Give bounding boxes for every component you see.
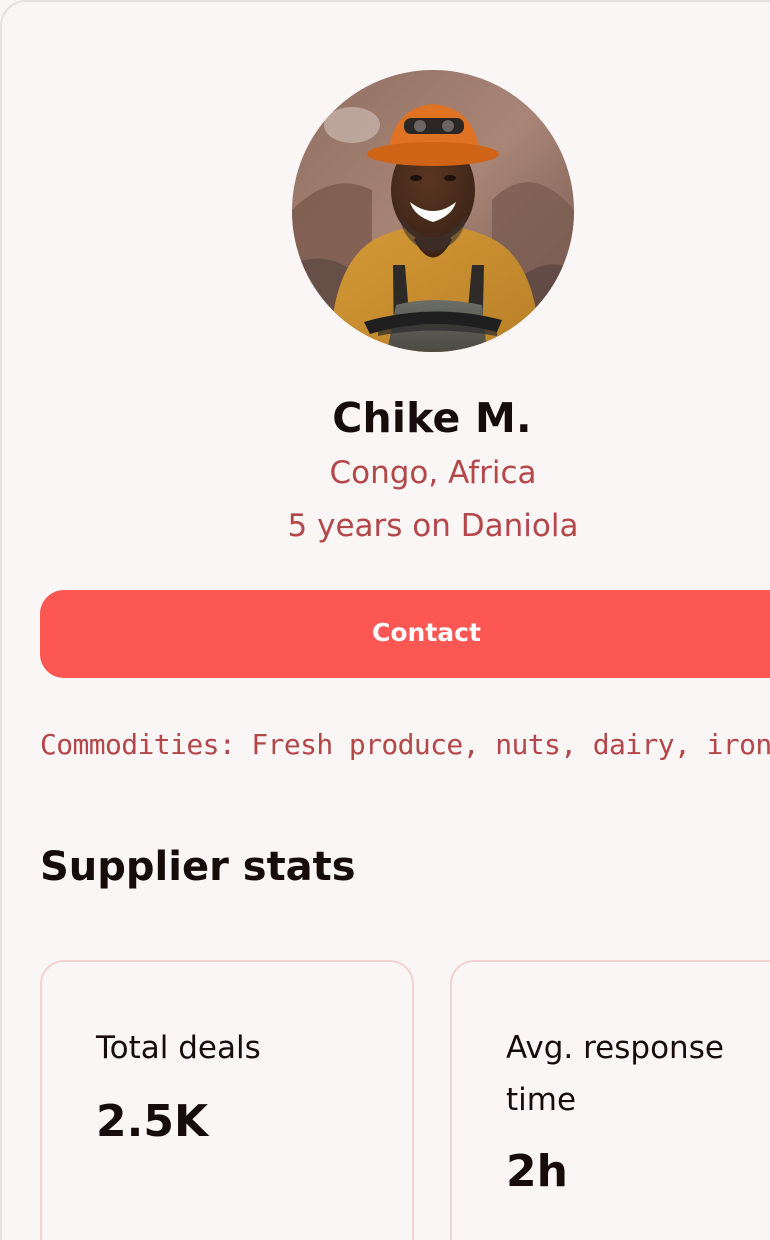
avatar bbox=[292, 70, 574, 352]
profile-card: Chike M. Congo, Africa 5 years on Daniol… bbox=[0, 0, 770, 1240]
stat-label: Avg. response time bbox=[506, 1030, 724, 1118]
supplier-tenure: 5 years on Daniola bbox=[287, 508, 579, 544]
avatar-image bbox=[292, 70, 574, 352]
supplier-location: Congo, Africa bbox=[329, 455, 537, 491]
commodities-text: Commodities: Fresh produce, nuts, dairy,… bbox=[40, 728, 770, 761]
stat-value: 2h bbox=[506, 1146, 568, 1197]
supplier-stats-title: Supplier stats bbox=[40, 844, 356, 890]
contact-button[interactable]: Contact bbox=[40, 590, 770, 678]
stat-card-avg-response-time: Avg. response time 2h bbox=[450, 960, 770, 1240]
supplier-profile-screen: Chike M. Congo, Africa 5 years on Daniol… bbox=[0, 0, 770, 1240]
stat-value: 2.5K bbox=[96, 1096, 209, 1147]
contact-button-label: Contact bbox=[372, 618, 481, 647]
stat-label: Total deals bbox=[96, 1030, 261, 1066]
supplier-name: Chike M. bbox=[332, 394, 532, 442]
stat-card-total-deals: Total deals 2.5K bbox=[40, 960, 414, 1240]
